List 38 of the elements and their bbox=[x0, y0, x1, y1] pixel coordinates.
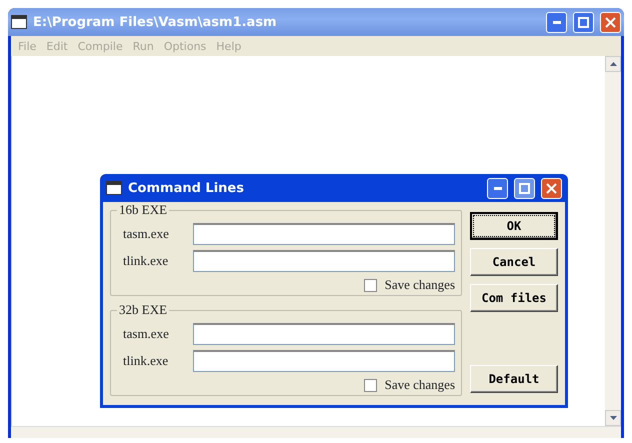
dialog-button[interactable]: OK bbox=[470, 212, 558, 240]
maximize-icon bbox=[578, 16, 589, 28]
checkbox-label: Save changes bbox=[384, 277, 455, 293]
text-field[interactable] bbox=[193, 350, 455, 372]
close-icon bbox=[546, 182, 557, 194]
up-arrow-icon bbox=[610, 62, 616, 66]
app-icon bbox=[106, 181, 122, 195]
scroll-down-button[interactable] bbox=[605, 410, 621, 426]
dialog-button[interactable]: Cancel bbox=[470, 248, 558, 276]
maximize-icon bbox=[519, 182, 530, 194]
app-icon bbox=[11, 15, 27, 29]
down-arrow-icon bbox=[610, 416, 616, 420]
checkbox-label: Save changes bbox=[384, 377, 455, 393]
window-title: E:\Program Files\Vasm\asm1.asm bbox=[33, 14, 278, 30]
minimize-icon bbox=[494, 186, 502, 190]
scroll-up-button[interactable] bbox=[605, 56, 621, 72]
dialog-button[interactable]: Default bbox=[470, 365, 558, 393]
vertical-scrollbar[interactable] bbox=[605, 56, 621, 426]
field-label: tlink.exe bbox=[123, 353, 170, 369]
checkbox[interactable] bbox=[364, 278, 377, 292]
dialog-title: Command Lines bbox=[128, 180, 245, 196]
text-field[interactable] bbox=[193, 250, 455, 272]
text-field[interactable] bbox=[193, 323, 455, 345]
horizontal-scrollbar[interactable] bbox=[11, 426, 621, 438]
text-field[interactable] bbox=[193, 223, 455, 245]
close-icon bbox=[605, 16, 616, 28]
close-button[interactable] bbox=[600, 12, 621, 32]
minimize-button[interactable] bbox=[487, 178, 508, 198]
minimize-icon bbox=[552, 20, 560, 24]
minimize-button[interactable] bbox=[546, 12, 567, 32]
field-label: tlink.exe bbox=[123, 253, 170, 269]
close-button[interactable] bbox=[541, 178, 562, 198]
maximize-button[interactable] bbox=[573, 12, 594, 32]
dialog-button[interactable]: Com files bbox=[470, 284, 558, 312]
checkbox[interactable] bbox=[364, 378, 377, 392]
field-label: tasm.exe bbox=[123, 326, 170, 342]
maximize-button[interactable] bbox=[514, 178, 535, 198]
field-label: tasm.exe bbox=[123, 226, 170, 242]
